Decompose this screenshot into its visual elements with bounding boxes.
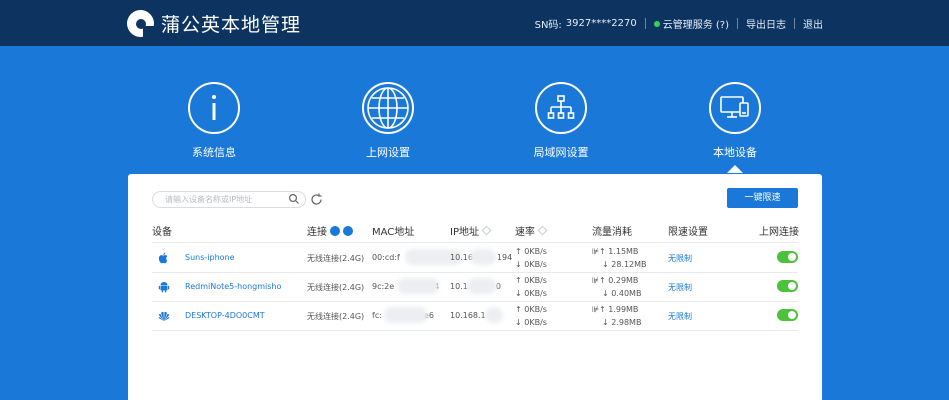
search-input[interactable]: 请输入设备名称或IP地址 (152, 191, 306, 208)
traffic-icon: ⊯ (592, 276, 599, 285)
redaction-blur (397, 278, 439, 294)
globe-icon (362, 82, 414, 134)
col-speed[interactable]: 速率 (515, 223, 548, 238)
connection-type: 无线连接(2.4G) (307, 254, 365, 263)
divider (794, 18, 795, 29)
redaction-blur (384, 307, 428, 323)
sn-label: SN码: (534, 20, 562, 31)
redaction-blur (470, 249, 496, 265)
wired-filter-icon[interactable] (343, 225, 353, 236)
nav-label: 局域网设置 (533, 146, 589, 159)
logout-link[interactable]: 退出 (803, 16, 823, 31)
nav-item-lan-settings[interactable]: 局域网设置 (511, 82, 611, 160)
traffic-icon: ⊯ (592, 247, 599, 256)
sort-icon[interactable] (537, 225, 548, 236)
sort-icon[interactable] (481, 225, 492, 236)
col-device: 设备 (152, 227, 172, 238)
traffic-usage: ⊯↑ 0.29MB ↓ 0.40MB (592, 276, 642, 298)
divider (152, 330, 798, 331)
app-title: 蒲公英本地管理 (161, 14, 302, 36)
active-indicator-icon (727, 165, 743, 173)
traffic-usage: ⊯↑ 1.99MB ↓ 2.98MB (592, 305, 642, 327)
nav-item-local-devices[interactable]: 本地设备 (685, 82, 785, 173)
sn-value: 3927****2270 (565, 18, 637, 29)
connection-type: 无线连接(2.4G) (307, 283, 365, 292)
col-limit: 限速设置 (668, 227, 708, 238)
traffic-icon: ⊯ (592, 305, 599, 314)
ip-address: 10.168.1 (450, 311, 486, 320)
cloud-service-link[interactable]: 云管理服务 (?) (663, 16, 729, 31)
online-toggle[interactable] (777, 280, 798, 292)
online-toggle[interactable] (777, 251, 798, 263)
apple-icon (158, 252, 168, 264)
nav-item-internet-settings[interactable]: 上网设置 (338, 82, 438, 160)
search-placeholder: 请输入设备名称或IP地址 (165, 195, 253, 204)
refresh-icon[interactable] (310, 193, 323, 206)
network-tree-icon (535, 82, 587, 134)
pgy-logo-icon (127, 10, 155, 38)
device-panel: 请输入设备名称或IP地址 一键限速 设备 连接 MAC地址 IP地址 速率 流量… (128, 174, 822, 400)
col-connection: 连接 (307, 223, 353, 238)
device-name-link[interactable]: RedmiNote5-hongmisho (185, 282, 281, 291)
nav-item-system-info[interactable]: 系统信息 (164, 82, 264, 160)
divider (644, 18, 646, 29)
huawei-icon (158, 311, 170, 321)
nav-label: 本地设备 (713, 146, 757, 159)
nav-label: 上网设置 (366, 146, 410, 159)
nav-label: 系统信息 (192, 146, 236, 159)
traffic-usage: ⊯↑ 1.15MB ↓ 28.12MB (592, 247, 647, 269)
info-icon (188, 82, 240, 134)
col-mac: MAC地址 (372, 227, 415, 238)
col-online: 上网连接 (759, 227, 799, 238)
device-name-link[interactable]: Suns-iphone (185, 253, 235, 262)
table-row: RedmiNote5-hongmisho 无线连接(2.4G) 9c:2e4 1… (152, 272, 798, 301)
monitor-icon (709, 82, 761, 134)
top-bar: 蒲公英本地管理 SN码: 3927****2270 云管理服务 (?) 导出日志… (0, 0, 949, 46)
speed: ↑ 0KB/s ↓ 0KB/s (515, 247, 547, 269)
header-actions: SN码: 3927****2270 云管理服务 (?) 导出日志 退出 (535, 16, 823, 31)
speed: ↑ 0KB/s ↓ 0KB/s (515, 305, 547, 327)
status-dot-icon (653, 20, 660, 27)
online-toggle[interactable] (777, 309, 798, 321)
limit-setting-link[interactable]: 无限制 (668, 311, 692, 322)
android-icon (158, 282, 170, 293)
redaction-blur (467, 278, 497, 294)
col-flow: 流量消耗 (592, 227, 632, 238)
col-ip[interactable]: IP地址 (450, 223, 492, 238)
limit-setting-link[interactable]: 无限制 (668, 253, 692, 264)
device-name-link[interactable]: DESKTOP-4DO0CMT (185, 311, 265, 320)
limit-all-button[interactable]: 一键限速 (727, 188, 798, 208)
speed: ↑ 0KB/s ↓ 0KB/s (515, 276, 547, 298)
limit-setting-link[interactable]: 无限制 (668, 282, 692, 293)
table-row: Suns-iphone 无线连接(2.4G) 00:cd:f 10.16 194 … (152, 243, 798, 272)
main-nav: 系统信息 上网设置 局域网设置 本地设备 (0, 82, 949, 173)
wifi-filter-icon[interactable] (330, 225, 340, 236)
connection-type: 无线连接(2.4G) (307, 312, 365, 321)
divider (737, 18, 738, 29)
table-row: DESKTOP-4DO0CMT 无线连接(2.4G) fc: e6 10.168.… (152, 301, 798, 330)
export-log-link[interactable]: 导出日志 (746, 16, 786, 31)
mac-address: 00:cd:f (372, 253, 400, 262)
search-icon[interactable] (288, 193, 300, 205)
redaction-blur (485, 307, 503, 323)
